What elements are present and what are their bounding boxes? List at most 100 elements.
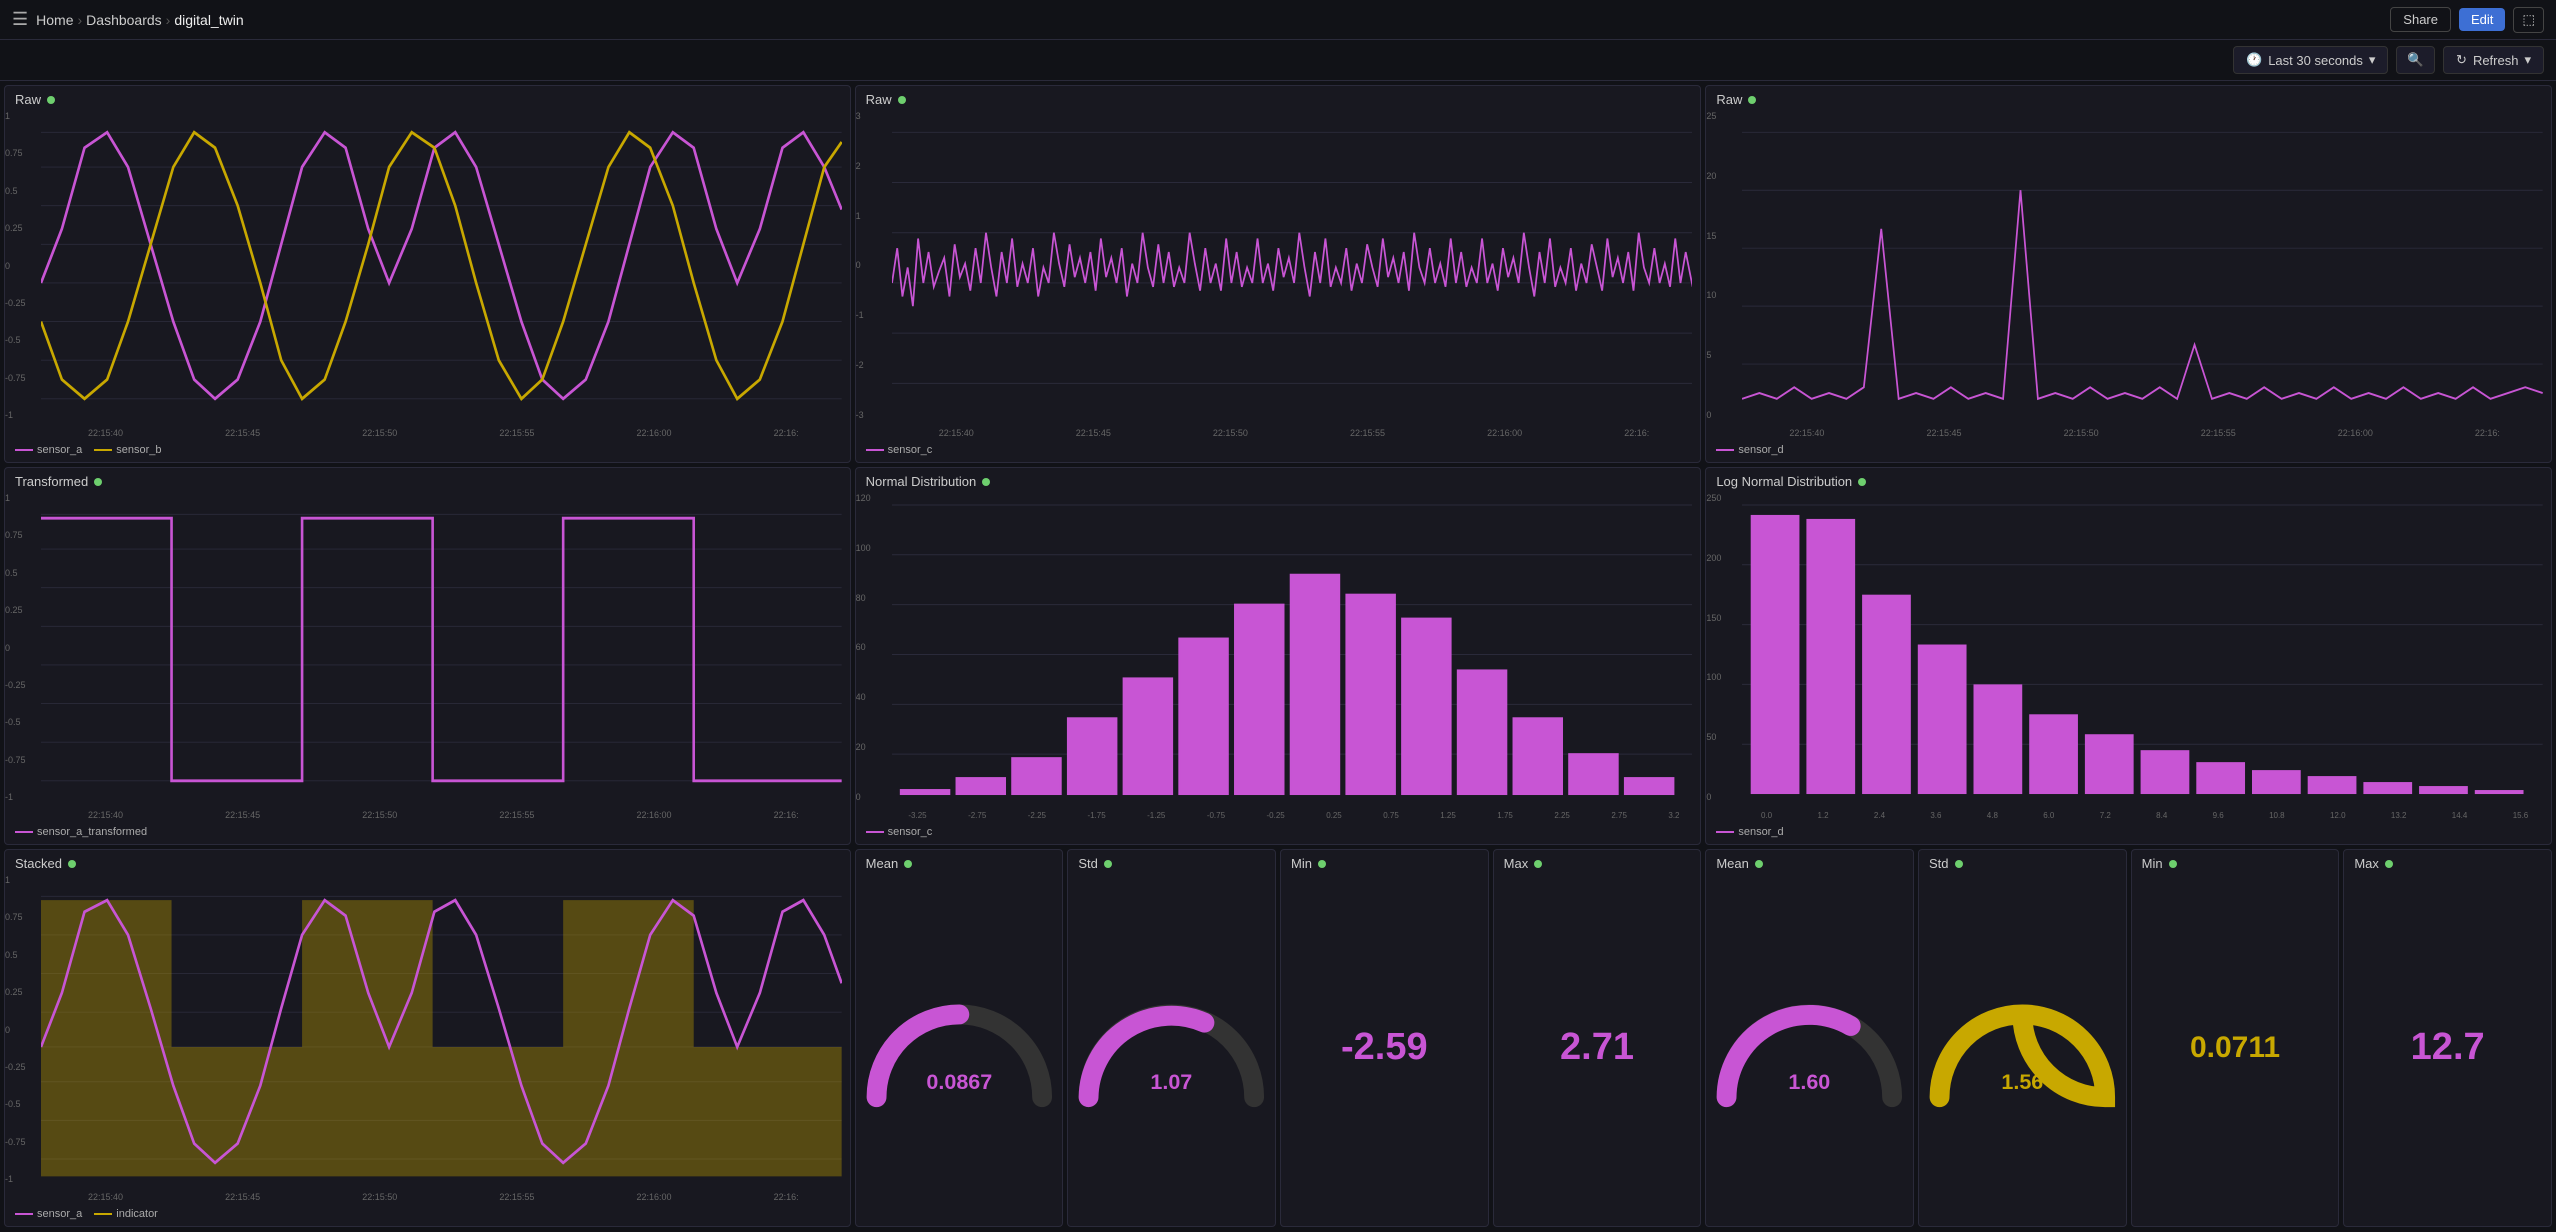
y-axis-3: 2520151050: [1706, 109, 1738, 422]
chart-svg-raw-1: [41, 113, 842, 422]
edit-button[interactable]: Edit: [2459, 8, 2505, 31]
panel-stacked: Stacked 10.750.50.250-0.25-0.5-0.75-1: [4, 849, 851, 1227]
chart-svg-raw-2: [892, 113, 1693, 422]
panel-title-transformed: Transformed: [5, 468, 850, 491]
x-axis-ln: 0.01.22.43.64.86.07.28.49.610.812.013.21…: [1738, 806, 2551, 824]
panel-title-max-l: Max: [1494, 850, 1701, 873]
legend-label-cn: sensor_c: [888, 826, 933, 838]
refresh-button[interactable]: ↻ Refresh ▾: [2443, 46, 2544, 74]
legend-sensor-c: sensor_c: [866, 444, 933, 456]
panel-transformed: Transformed 10.750.50.250-0.25-0.5-0.75-…: [4, 467, 851, 845]
legend-sensor-b: sensor_b: [94, 444, 161, 456]
min-stat-area-r: 0.0711: [2132, 873, 2339, 1226]
chart-svg-raw-3: [1742, 113, 2543, 422]
status-dot-minl: [1318, 860, 1326, 868]
x-axis-2: 22:15:4022:15:4522:15:5022:15:5522:16:00…: [888, 424, 1701, 442]
status-dot-sr: [1955, 860, 1963, 868]
svg-text:1.60: 1.60: [1789, 1070, 1831, 1094]
legend-line-as: [15, 1213, 33, 1215]
share-button[interactable]: Share: [2390, 7, 2451, 32]
gauge-svg-std-l: 1.07: [1072, 873, 1271, 1222]
legend-label-ind: indicator: [116, 1208, 158, 1220]
panel-std-left: Std 1.07: [1067, 849, 1276, 1227]
panel-title-mean-r: Mean: [1706, 850, 1913, 873]
status-dot-minr: [2169, 860, 2177, 868]
topbar-left: ☰ Home › Dashboards › digital_twin: [12, 9, 244, 30]
min-value-right: 0.0711: [2190, 1031, 2280, 1065]
x-axis: 22:15:4022:15:4522:15:5022:15:5522:16:00…: [37, 424, 850, 442]
chart-area-stacked: 10.750.50.250-0.25-0.5-0.75-1 22:15:4022…: [5, 873, 850, 1206]
panel-min-left: Min -2.59: [1280, 849, 1489, 1227]
legend-line-cn: [866, 831, 884, 833]
panel-mean-right: Mean 1.60: [1705, 849, 1914, 1227]
panel-title-lognormal: Log Normal Distribution: [1706, 468, 2551, 491]
status-dot: [47, 96, 55, 104]
status-dot-mr: [1755, 860, 1763, 868]
panel-title-text-3: Raw: [1716, 92, 1742, 107]
clock-icon: 🕐: [2246, 52, 2262, 68]
mean-label-l: Mean: [866, 856, 899, 871]
max-label-l: Max: [1504, 856, 1529, 871]
legend-sensor-a: sensor_a: [15, 444, 82, 456]
panel-title-raw-3: Raw: [1706, 86, 2551, 109]
panel-raw-2: Raw 3210-1-2-3 22:15:4022:15:4522:15:502…: [855, 85, 1702, 463]
time-range-label: Last 30 seconds: [2268, 53, 2363, 68]
tv-button[interactable]: ⬚: [2513, 7, 2544, 33]
min-label-r: Min: [2142, 856, 2163, 871]
x-axis-s: 22:15:4022:15:4522:15:5022:15:5522:16:00…: [37, 1188, 850, 1206]
breadcrumb-sep1: ›: [78, 12, 83, 28]
legend-raw-1: sensor_a sensor_b: [5, 442, 850, 462]
breadcrumb: Home › Dashboards › digital_twin: [36, 12, 243, 28]
gauge-svg-std-r: 1.56: [1923, 873, 2122, 1222]
panel-title-text-2: Raw: [866, 92, 892, 107]
time-range-button[interactable]: 🕐 Last 30 seconds ▾: [2233, 46, 2388, 74]
min-label-l: Min: [1291, 856, 1312, 871]
y-axis: 10.750.50.250-0.25-0.5-0.75-1: [5, 109, 37, 422]
panel-title-max-r: Max: [2344, 850, 2551, 873]
panel-raw-3: Raw 2520151050 22:15:4022:15:4522:15:502…: [1705, 85, 2552, 463]
panel-title-mean-l: Mean: [856, 850, 1063, 873]
status-dot-maxr: [2385, 860, 2393, 868]
y-axis-t: 10.750.50.250-0.25-0.5-0.75-1: [5, 491, 37, 804]
status-dot-3: [1748, 96, 1756, 104]
status-dot-sl: [1104, 860, 1112, 868]
panel-title-min-l: Min: [1281, 850, 1488, 873]
status-dot-maxl: [1534, 860, 1542, 868]
x-axis-3: 22:15:4022:15:4522:15:5022:15:5522:16:00…: [1738, 424, 2551, 442]
chart-area-normal: 120100806040200: [856, 491, 1701, 824]
chart-svg-normal: [892, 495, 1693, 804]
zoom-button[interactable]: 🔍: [2396, 46, 2435, 74]
panel-title-text-s: Stacked: [15, 856, 62, 871]
svg-text:1.56: 1.56: [2001, 1070, 2043, 1094]
gauge-svg-mean-r: 1.60: [1710, 873, 1909, 1222]
panel-title-text-t: Transformed: [15, 474, 88, 489]
legend-label-b: sensor_b: [116, 444, 161, 456]
y-axis-2: 3210-1-2-3: [856, 109, 888, 422]
legend-label-at: sensor_a_transformed: [37, 826, 147, 838]
status-dot-ln: [1858, 478, 1866, 486]
dashboards-link[interactable]: Dashboards: [86, 12, 162, 28]
legend-line-a: [15, 449, 33, 451]
home-link[interactable]: Home: [36, 12, 73, 28]
panel-std-right: Std 1.56: [1918, 849, 2127, 1227]
status-dot-ml: [904, 860, 912, 868]
chart-svg-lognormal: [1742, 495, 2543, 804]
panel-title-text-ln: Log Normal Distribution: [1716, 474, 1852, 489]
panel-max-left: Max 2.71: [1493, 849, 1702, 1227]
legend-label-as: sensor_a: [37, 1208, 82, 1220]
x-axis-t: 22:15:4022:15:4522:15:5022:15:5522:16:00…: [37, 806, 850, 824]
std-label-l: Std: [1078, 856, 1098, 871]
legend-label-dln: sensor_d: [1738, 826, 1783, 838]
panel-title-normal: Normal Distribution: [856, 468, 1701, 491]
panel-title-text-n: Normal Distribution: [866, 474, 977, 489]
legend-lognormal: sensor_d: [1706, 824, 2551, 844]
panel-title-std-r: Std: [1919, 850, 2126, 873]
panel-title-raw-2: Raw: [856, 86, 1701, 109]
panel-max-right: Max 12.7: [2343, 849, 2552, 1227]
chart-svg-transformed: [41, 495, 842, 804]
hamburger-icon[interactable]: ☰: [12, 9, 28, 30]
legend-sensor-a-s: sensor_a: [15, 1208, 82, 1220]
std-gauge-area: 1.07: [1068, 873, 1275, 1226]
y-axis-s: 10.750.50.250-0.25-0.5-0.75-1: [5, 873, 37, 1186]
svg-text:1.07: 1.07: [1151, 1070, 1193, 1094]
